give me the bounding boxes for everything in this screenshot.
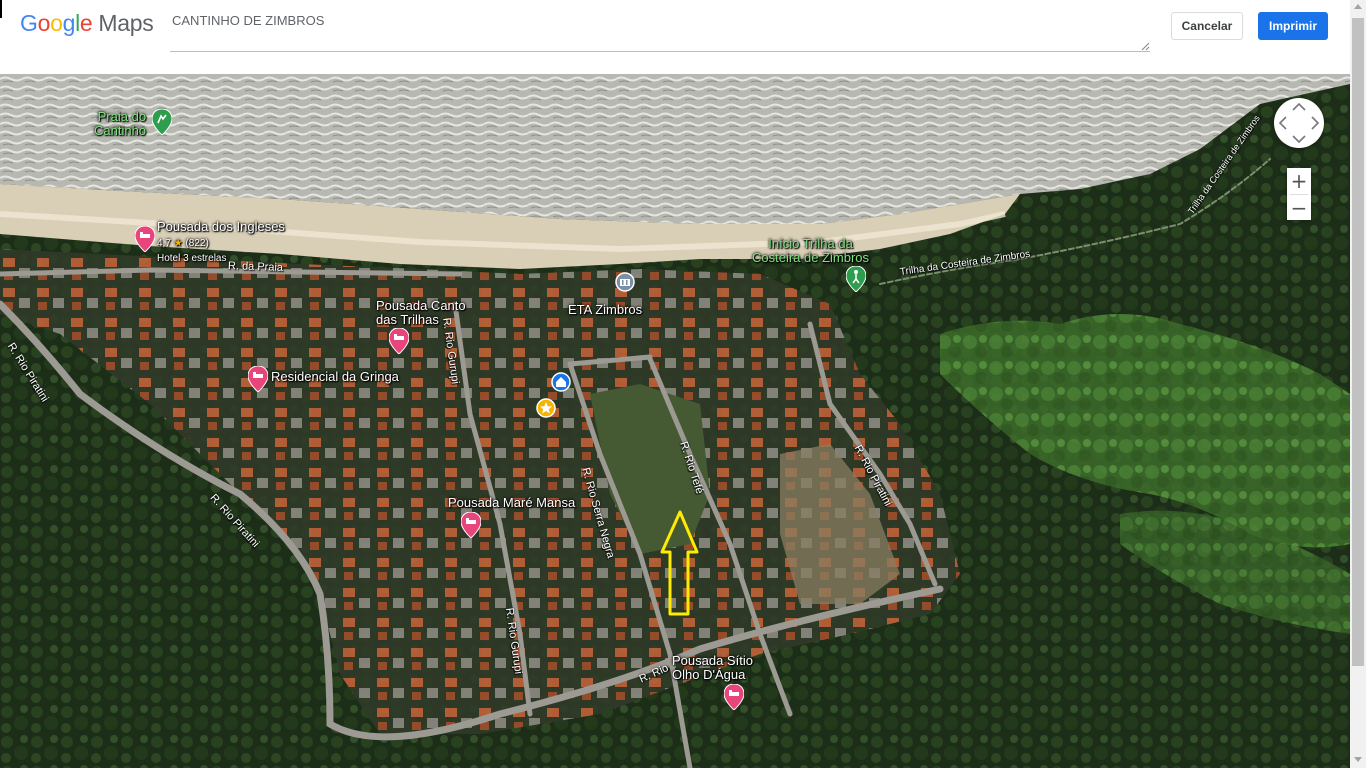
print-button[interactable]: Imprimir <box>1258 12 1328 40</box>
scroll-up-arrow-icon[interactable] <box>1354 4 1362 9</box>
scroll-down-arrow-icon[interactable] <box>1354 757 1362 762</box>
place-label-inicio-trilha[interactable]: Início Trilha da Costeira de Zimbros <box>752 237 869 265</box>
cancel-button[interactable]: Cancelar <box>1171 12 1243 40</box>
scrollbar-thumb[interactable] <box>1352 18 1364 666</box>
hiking-pin-icon[interactable] <box>846 266 866 292</box>
rotate-arrows-icon <box>1278 102 1320 144</box>
hotel-pin-icon[interactable] <box>724 684 744 710</box>
star-icon[interactable] <box>536 398 556 420</box>
hotel-pin-icon[interactable] <box>248 366 268 392</box>
place-label-eta-zimbros[interactable]: ETA Zimbros <box>568 303 642 317</box>
place-label-pousada-sitio-olho-dagua[interactable]: Pousada Sítio Olho D'Água <box>672 654 753 682</box>
text-cursor <box>0 0 2 18</box>
place-label-pousada-mare-mansa[interactable]: Pousada Maré Mansa <box>448 496 575 510</box>
place-rating: 4,7 ★ (822) <box>157 238 209 249</box>
google-maps-logo: Google Maps <box>20 10 154 36</box>
place-hotel-class: Hotel 3 estrelas <box>157 253 227 264</box>
landmark-pin-icon[interactable] <box>615 272 635 294</box>
hiking-pin-icon[interactable] <box>152 109 172 135</box>
place-label-residencial-da-gringa[interactable]: Residencial da Gringa <box>271 370 399 384</box>
street-label: R. da Praia <box>227 260 284 274</box>
place-label-praia-do-cantinho[interactable]: Praia do Cantinho <box>94 110 146 138</box>
print-header: GoogleMaps Cancelar Imprimir <box>0 0 1350 74</box>
rotate-control[interactable] <box>1274 98 1324 148</box>
zoom-in-button[interactable]: + <box>1287 168 1311 194</box>
hotel-pin-icon[interactable] <box>389 328 409 354</box>
notes-input[interactable] <box>170 8 1150 52</box>
hotel-pin-icon[interactable] <box>135 226 155 252</box>
resize-grip-icon[interactable] <box>1141 42 1150 51</box>
hotel-pin-icon[interactable] <box>461 512 481 538</box>
place-label-pousada-dos-ingleses[interactable]: Pousada dos Ingleses <box>157 220 285 234</box>
vertical-scrollbar[interactable] <box>1350 0 1366 768</box>
satellite-map[interactable]: Praia do Cantinho Pousada dos Ingleses 4,… <box>0 74 1350 768</box>
zoom-out-button[interactable]: − <box>1287 195 1311 221</box>
zoom-control: + − <box>1287 168 1311 220</box>
home-icon[interactable] <box>551 372 571 394</box>
